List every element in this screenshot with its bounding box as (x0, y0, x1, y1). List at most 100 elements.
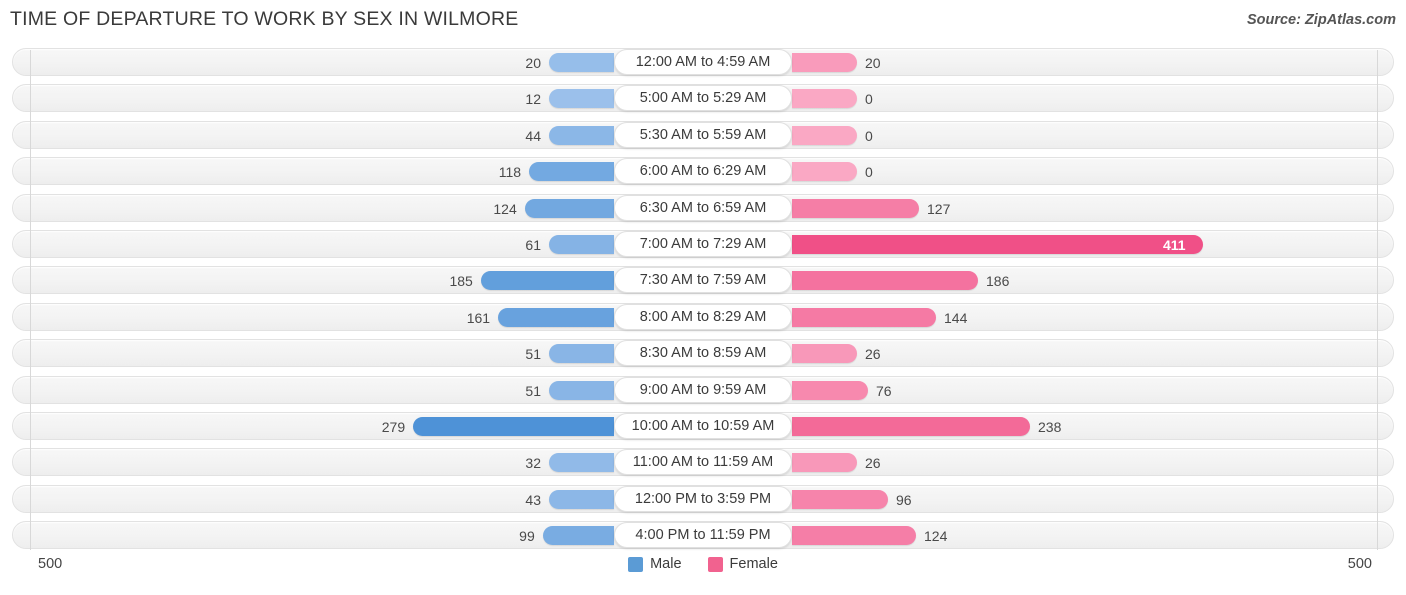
bar-female[interactable] (792, 526, 916, 546)
bar-male[interactable] (529, 162, 614, 182)
bar-female[interactable] (792, 489, 888, 509)
value-label-male: 12 (525, 91, 541, 108)
bar-female[interactable] (792, 380, 868, 400)
category-label-pill: 7:30 AM to 7:59 AM (614, 267, 792, 294)
bar-male[interactable] (549, 453, 614, 473)
value-label-female: 76 (876, 382, 892, 399)
value-label-female: 411 (1163, 236, 1186, 253)
category-label-text: 10:00 AM to 10:59 AM (631, 417, 775, 434)
bar-female[interactable] (792, 89, 857, 109)
value-label-female: 26 (865, 346, 881, 363)
value-label-male: 161 (466, 309, 491, 326)
bar-row: 161 144 8:00 AM to 8:29 AM (0, 299, 1406, 335)
value-label-male: 118 (498, 164, 522, 181)
bar-row: 32 26 11:00 AM to 11:59 AM (0, 444, 1406, 480)
bar-male[interactable] (549, 53, 614, 72)
value-label-male: 124 (493, 200, 517, 217)
category-label-text: 4:00 PM to 11:59 PM (635, 527, 771, 544)
category-label-text: 7:00 AM to 7:29 AM (639, 235, 767, 252)
value-label-female: 144 (944, 309, 968, 326)
category-label-text: 11:00 AM to 11:59 AM (632, 454, 774, 471)
axis-line-left (30, 50, 31, 550)
category-label-pill: 9:00 AM to 9:59 AM (614, 376, 792, 403)
category-label-text: 5:30 AM to 5:59 AM (639, 126, 767, 143)
legend-item-label: Female (729, 556, 778, 572)
value-label-female: 124 (924, 528, 948, 545)
value-label-female: 96 (896, 491, 912, 508)
value-label-male: 279 (381, 418, 406, 435)
bar-female[interactable] (792, 307, 936, 327)
category-label-pill: 12:00 AM to 4:59 AM (614, 49, 792, 75)
bar-female[interactable] (792, 53, 857, 72)
bar-male[interactable] (498, 307, 614, 327)
bar-row: 124 127 6:30 AM to 6:59 AM (0, 190, 1406, 226)
category-label-pill: 8:00 AM to 8:29 AM (614, 303, 792, 330)
bar-female[interactable] (792, 271, 978, 291)
bar-female[interactable] (792, 344, 857, 364)
category-label-pill: 6:00 AM to 6:29 AM (614, 158, 792, 185)
legend-item[interactable]: Male (628, 556, 682, 572)
category-label-pill: 8:30 AM to 8:59 AM (614, 340, 792, 367)
value-label-male: 20 (525, 55, 541, 71)
bar-row: 185 186 7:30 AM to 7:59 AM (0, 262, 1406, 298)
bar-row: 118 0 6:00 AM to 6:29 AM (0, 153, 1406, 189)
category-label-text: 8:00 AM to 8:29 AM (639, 308, 767, 325)
value-label-male: 185 (449, 273, 473, 290)
square-swatch-icon (707, 556, 723, 572)
bar-male[interactable] (524, 198, 614, 218)
bar-male[interactable] (549, 234, 614, 254)
bar-female[interactable] (792, 453, 857, 473)
bar-female[interactable] (792, 125, 857, 145)
category-label-pill: 6:30 AM to 6:59 AM (614, 194, 792, 221)
category-label-pill: 10:00 AM to 10:59 AM (614, 412, 792, 439)
category-label-text: 6:00 AM to 6:29 AM (639, 163, 767, 180)
bar-row: 51 26 8:30 AM to 8:59 AM (0, 335, 1406, 371)
bar-male[interactable] (413, 416, 614, 436)
category-label-text: 12:00 AM to 4:59 AM (635, 54, 771, 70)
category-label-text: 7:30 AM to 7:59 AM (639, 272, 767, 289)
value-label-female: 238 (1038, 418, 1062, 435)
legend-item-label: Male (650, 556, 682, 572)
value-label-male: 44 (525, 127, 541, 144)
bar-male[interactable] (549, 89, 614, 109)
category-label-text: 9:00 AM to 9:59 AM (639, 381, 767, 398)
bar-male[interactable] (542, 526, 614, 546)
category-label-text: 5:00 AM to 5:29 AM (639, 90, 767, 107)
axis-line-right (1377, 50, 1378, 550)
category-label-pill: 5:00 AM to 5:29 AM (614, 85, 792, 112)
value-label-female: 26 (865, 455, 881, 472)
bar-female[interactable] (792, 198, 919, 218)
value-label-female: 0 (865, 164, 873, 181)
bar-male[interactable] (549, 380, 614, 400)
source-attribution: Source: ZipAtlas.com (1246, 12, 1396, 28)
category-label-pill: 12:00 PM to 3:59 PM (614, 485, 792, 512)
bar-row: 99 124 4:00 PM to 11:59 PM (0, 517, 1406, 553)
bar-row: 43 96 12:00 PM to 3:59 PM (0, 481, 1406, 517)
bar-male[interactable] (549, 489, 614, 509)
bar-row: 279 238 10:00 AM to 10:59 AM (0, 408, 1406, 444)
category-label-text: 12:00 PM to 3:59 PM (634, 490, 772, 507)
category-label-pill: 11:00 AM to 11:59 AM (614, 449, 792, 476)
bar-row: 61 411 7:00 AM to 7:29 AM (0, 226, 1406, 262)
chart-header: TIME OF DEPARTURE TO WORK BY SEX IN WILM… (0, 0, 1406, 42)
bar-row: 12 0 5:00 AM to 5:29 AM (0, 80, 1406, 116)
bar-female[interactable] (792, 162, 857, 182)
value-label-male: 99 (519, 528, 535, 545)
value-label-male: 43 (525, 491, 541, 508)
bar-female[interactable] (792, 416, 1030, 436)
chart-footer: 500 500 Male Female (0, 552, 1406, 592)
bar-female[interactable] (792, 234, 1203, 254)
square-swatch-icon (628, 556, 644, 572)
bar-male[interactable] (549, 125, 614, 145)
bar-male[interactable] (549, 344, 614, 364)
legend-item[interactable]: Female (707, 556, 778, 572)
value-label-male: 51 (525, 346, 541, 363)
chart-plot-area: 20 20 12:00 AM to 4:59 AM 12 0 5:00 AM to 5:2… (0, 44, 1406, 550)
bar-male[interactable] (480, 271, 614, 291)
category-label-text: 6:30 AM to 6:59 AM (639, 199, 767, 216)
page-title: TIME OF DEPARTURE TO WORK BY SEX IN WILM… (10, 8, 519, 30)
bar-row: 44 0 5:30 AM to 5:59 AM (0, 117, 1406, 153)
category-label-text: 8:30 AM to 8:59 AM (639, 345, 767, 362)
value-label-male: 61 (525, 236, 541, 253)
value-label-male: 32 (525, 455, 541, 472)
